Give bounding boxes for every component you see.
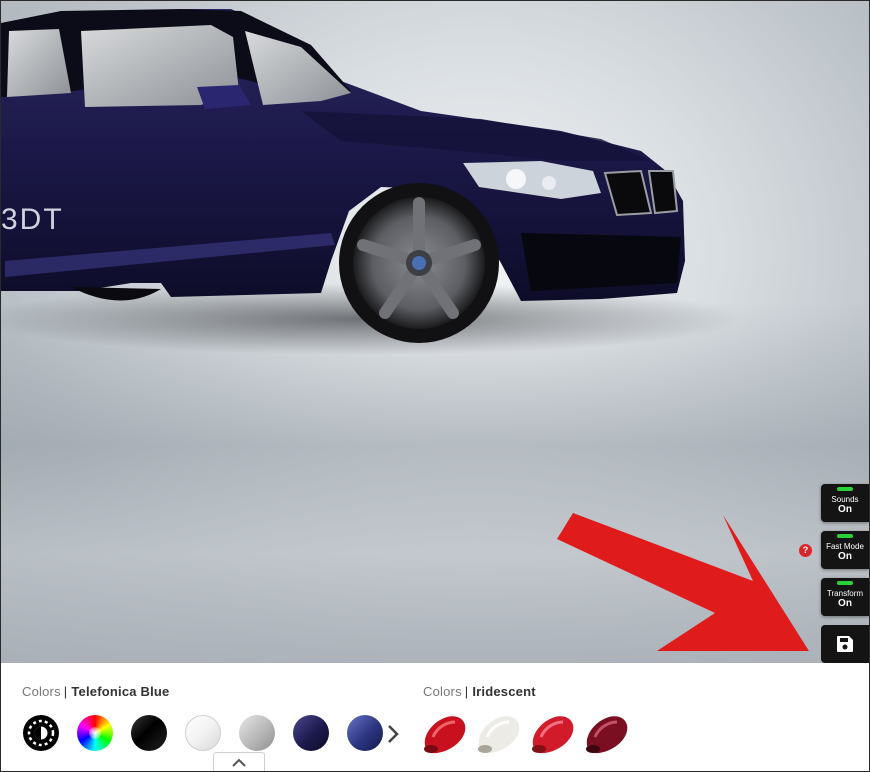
transform-toggle-label: Transform xyxy=(826,589,864,598)
3d-viewport[interactable]: 3DT Sounds On ? Fast Mode On Transform O… xyxy=(1,1,869,663)
fast-mode-help-icon[interactable]: ? xyxy=(799,544,812,557)
chevron-up-icon xyxy=(232,758,246,767)
panel-expand-tab[interactable] xyxy=(213,752,265,771)
paint-swatch-candy-red[interactable] xyxy=(527,713,577,755)
paint-swatch-pearl[interactable] xyxy=(473,713,523,755)
car-render[interactable]: 3DT xyxy=(1,1,869,663)
sounds-toggle[interactable]: Sounds On xyxy=(821,484,869,522)
colors-right-prefix: Colors xyxy=(423,684,462,699)
paint-swatch-burgundy[interactable] xyxy=(581,713,631,755)
swatch-telefonica-blue[interactable] xyxy=(347,715,383,751)
transform-status-led xyxy=(837,581,853,585)
floppy-disk-icon xyxy=(837,636,853,652)
colors-left-prefix: Colors xyxy=(22,684,61,699)
swatch-silver[interactable] xyxy=(239,715,275,751)
swatch-black[interactable] xyxy=(131,715,167,751)
swatch-dark-blue[interactable] xyxy=(293,715,329,751)
swatch-color-wheel[interactable] xyxy=(77,715,113,751)
colors-left-label: Colors | Telefonica Blue xyxy=(22,684,169,699)
custom-color-icon xyxy=(27,719,55,747)
swatch-custom[interactable] xyxy=(23,715,59,751)
sounds-toggle-label: Sounds xyxy=(831,495,859,504)
fast-mode-status-led xyxy=(837,534,853,538)
transform-toggle-state: On xyxy=(838,598,852,609)
colors-left-selected: Telefonica Blue xyxy=(71,684,170,699)
save-button[interactable] xyxy=(821,625,869,663)
chevron-right-icon[interactable] xyxy=(385,723,401,745)
colors-left-separator: | xyxy=(63,684,68,699)
colors-right-label: Colors | Iridescent xyxy=(423,684,536,699)
paint-swatch-red[interactable] xyxy=(419,713,469,755)
transform-toggle[interactable]: Transform On xyxy=(821,578,869,616)
fast-mode-toggle-label: Fast Mode xyxy=(826,542,864,551)
svg-text:3DT: 3DT xyxy=(1,203,64,236)
colors-right-selected: Iridescent xyxy=(472,684,536,699)
app-frame: 3DT Sounds On ? Fast Mode On Transform O… xyxy=(0,0,870,772)
sounds-status-led xyxy=(837,487,853,491)
sounds-toggle-state: On xyxy=(838,504,852,515)
fast-mode-toggle-state: On xyxy=(838,551,852,562)
color-panel: Colors | Telefonica Blue Colors | Iridescent xyxy=(1,663,869,771)
fast-mode-toggle[interactable]: Fast Mode On xyxy=(821,531,869,569)
colors-right-separator: | xyxy=(464,684,469,699)
swatch-white[interactable] xyxy=(185,715,221,751)
